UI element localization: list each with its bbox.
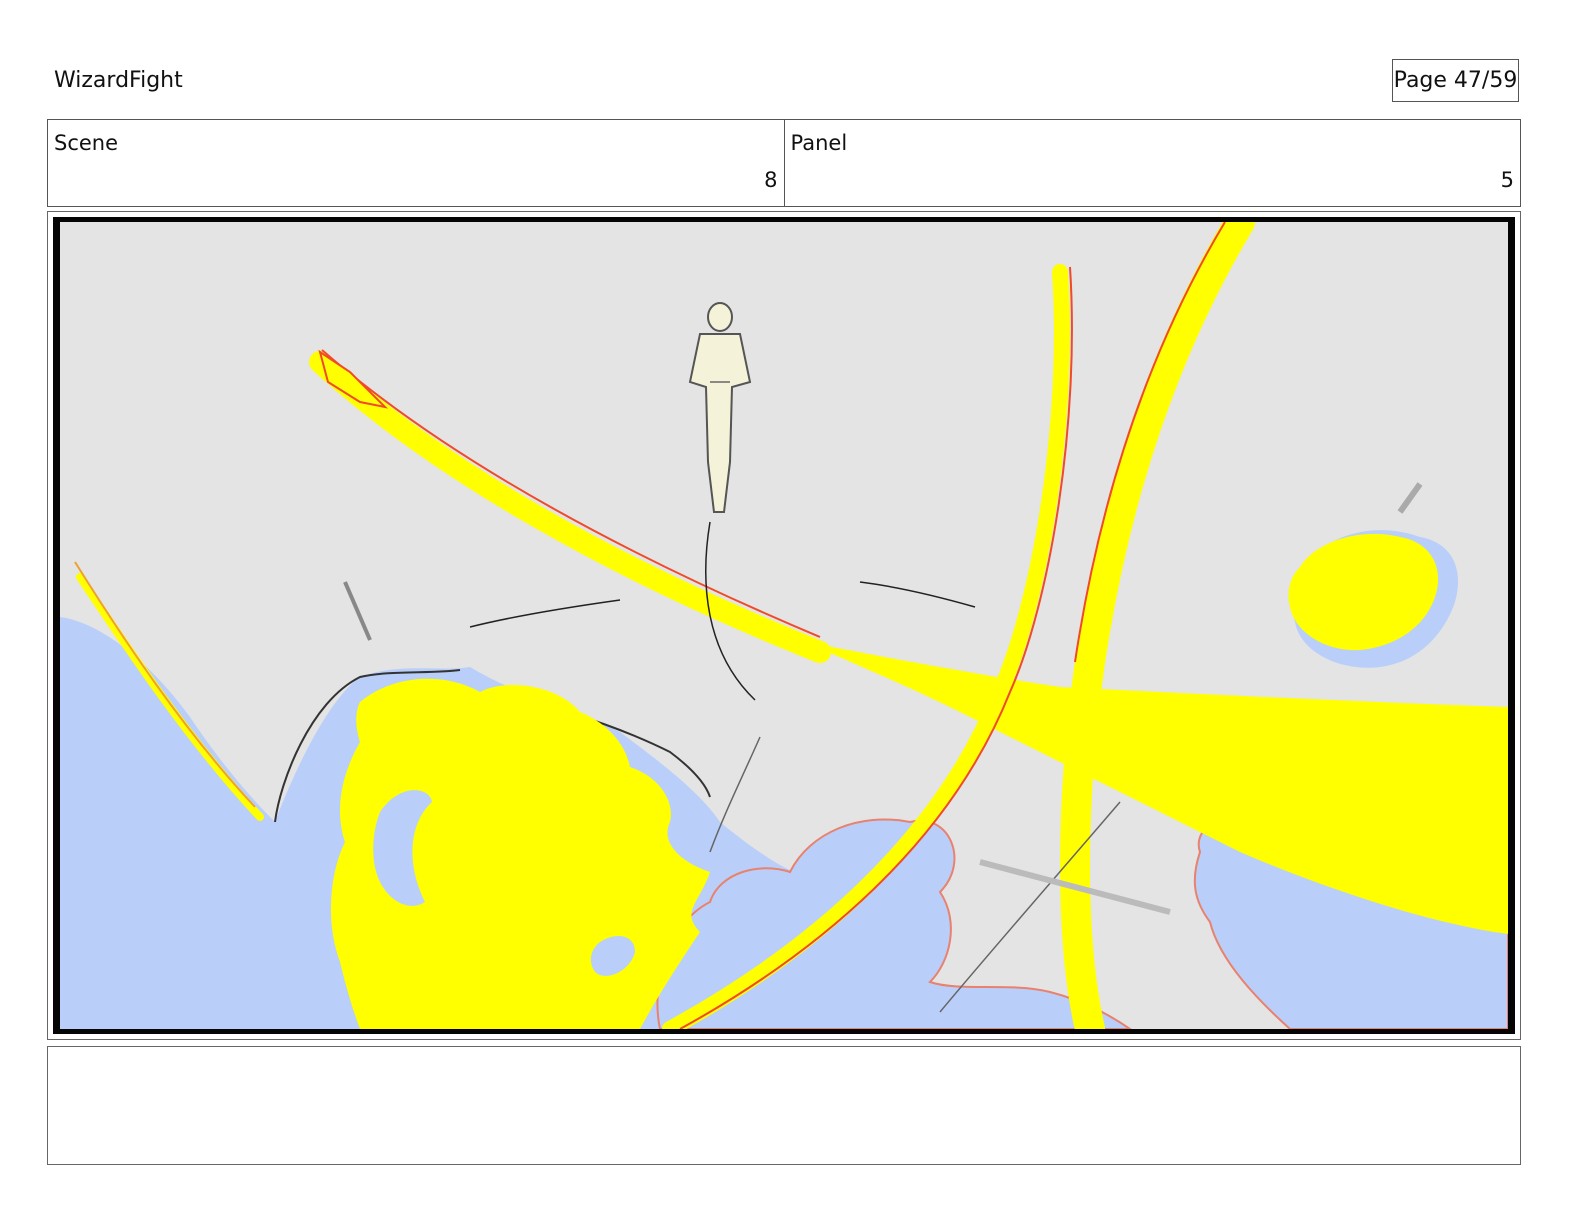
project-title: WizardFight (54, 68, 183, 93)
panel-number: 5 (1500, 168, 1514, 192)
page-indicator: Page 47/59 (1392, 59, 1519, 102)
panel-label: Panel (790, 131, 848, 155)
panel-cell: Panel 5 (783, 120, 1521, 206)
scene-label: Scene (54, 131, 119, 155)
scene-number: 8 (764, 168, 778, 192)
panel-illustration (60, 222, 1508, 1029)
frame-border (53, 217, 1515, 1034)
scene-panel-info: Scene 8 Panel 5 (47, 119, 1521, 207)
storyboard-frame (47, 211, 1521, 1040)
scene-cell: Scene 8 (48, 120, 784, 206)
notes-box (47, 1046, 1521, 1165)
